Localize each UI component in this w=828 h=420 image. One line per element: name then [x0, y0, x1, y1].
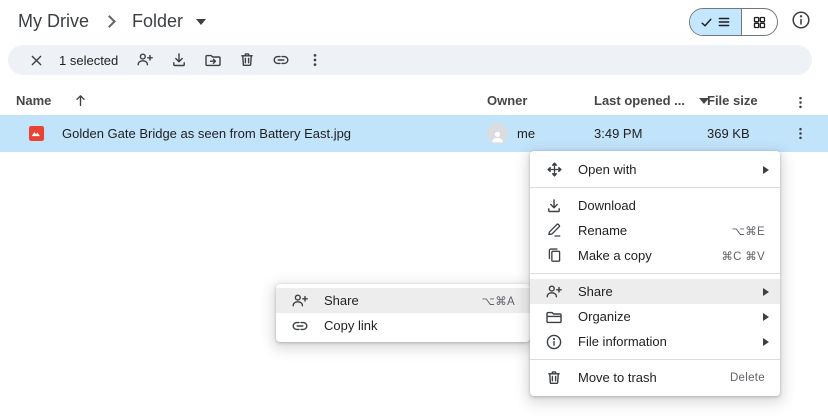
- person-add-icon: [136, 51, 154, 69]
- more-vertical-icon: [793, 95, 808, 110]
- link-icon: [272, 51, 290, 69]
- owner-label: me: [517, 126, 535, 141]
- file-list-header: Name Owner Last opened ... File size: [0, 90, 828, 114]
- breadcrumb-current-folder[interactable]: Folder: [128, 9, 187, 34]
- menu-divider: [530, 359, 780, 360]
- close-icon: [29, 53, 44, 68]
- rename-icon: [545, 222, 563, 240]
- menu-item-shortcut: ⌥⌘A: [482, 294, 515, 308]
- get-link-button[interactable]: [268, 47, 294, 73]
- download-button[interactable]: [166, 47, 192, 73]
- menu-divider: [530, 273, 780, 274]
- menu-item-share[interactable]: Share: [530, 279, 780, 304]
- list-view-button[interactable]: [690, 9, 742, 35]
- breadcrumb: My Drive Folder: [14, 9, 206, 34]
- move-to-folder-button[interactable]: [200, 47, 226, 73]
- grid-view-button[interactable]: [742, 9, 777, 35]
- menu-item-label: Open with: [578, 162, 748, 177]
- details-info-button[interactable]: [790, 9, 812, 31]
- menu-item-label: Move to trash: [578, 370, 715, 385]
- file-name-cell: Golden Gate Bridge as seen from Battery …: [28, 115, 351, 152]
- header-file-size[interactable]: File size: [707, 93, 758, 108]
- menu-item-download[interactable]: Download: [530, 193, 780, 218]
- link-icon: [291, 317, 309, 335]
- image-file-icon: [28, 125, 45, 142]
- file-name-label: Golden Gate Bridge as seen from Battery …: [62, 126, 351, 141]
- header-name-label: Name: [16, 93, 51, 108]
- make-a-copy-icon: [545, 247, 563, 265]
- header-owner[interactable]: Owner: [487, 93, 527, 108]
- context-menu: Open with Download Rename ⌥⌘E Make a cop…: [530, 151, 780, 396]
- submenu-item-copy-link[interactable]: Copy link: [276, 313, 530, 338]
- person-icon: [490, 129, 505, 144]
- submenu-arrow-icon: [763, 288, 769, 296]
- owner-avatar: [487, 123, 508, 144]
- menu-item-label: Make a copy: [578, 248, 706, 263]
- menu-item-file-information[interactable]: File information: [530, 329, 780, 354]
- toolbar-more-button[interactable]: [302, 47, 328, 73]
- header-more-button[interactable]: [788, 90, 812, 114]
- share-submenu: Share ⌥⌘A Copy link: [276, 284, 530, 342]
- breadcrumb-my-drive[interactable]: My Drive: [14, 9, 93, 34]
- menu-item-label: Share: [578, 284, 748, 299]
- move-to-trash-button[interactable]: [234, 47, 260, 73]
- organize-folder-icon: [545, 308, 563, 326]
- person-add-icon: [291, 292, 309, 310]
- file-row[interactable]: Golden Gate Bridge as seen from Battery …: [0, 115, 828, 152]
- share-button[interactable]: [132, 47, 158, 73]
- open-with-icon: [545, 161, 563, 179]
- menu-item-shortcut: ⌘C ⌘V: [721, 249, 765, 263]
- submenu-arrow-icon: [763, 166, 769, 174]
- download-icon: [545, 197, 563, 215]
- more-vertical-icon: [793, 126, 808, 141]
- menu-item-label: Organize: [578, 309, 748, 324]
- file-size-cell: 369 KB: [707, 115, 750, 152]
- download-icon: [170, 51, 188, 69]
- drive-window: My Drive Folder 1 selected: [0, 0, 828, 420]
- clear-selection-button[interactable]: [23, 47, 49, 73]
- submenu-arrow-icon: [763, 338, 769, 346]
- grid-view-icon: [752, 15, 767, 30]
- trash-icon: [545, 369, 563, 387]
- last-opened-cell: 3:49 PM: [594, 115, 642, 152]
- selection-toolbar: 1 selected: [8, 45, 812, 75]
- menu-item-label: Download: [578, 198, 765, 213]
- menu-item-label: Rename: [578, 223, 717, 238]
- info-icon: [791, 10, 811, 30]
- menu-item-make-a-copy[interactable]: Make a copy ⌘C ⌘V: [530, 243, 780, 268]
- menu-item-open-with[interactable]: Open with: [530, 157, 780, 182]
- menu-item-shortcut: ⌥⌘E: [732, 224, 765, 238]
- menu-item-shortcut: Delete: [730, 372, 765, 384]
- sort-ascending-icon[interactable]: [73, 93, 88, 108]
- more-vertical-icon: [307, 52, 323, 68]
- trash-icon: [238, 51, 256, 69]
- menu-item-label: File information: [578, 334, 748, 349]
- list-view-icon: [717, 15, 731, 29]
- submenu-arrow-icon: [763, 313, 769, 321]
- menu-item-rename[interactable]: Rename ⌥⌘E: [530, 218, 780, 243]
- menu-divider: [530, 187, 780, 188]
- submenu-item-share[interactable]: Share ⌥⌘A: [276, 288, 530, 313]
- menu-item-move-to-trash[interactable]: Move to trash Delete: [530, 365, 780, 390]
- header-last-opened[interactable]: Last opened ...: [594, 93, 709, 108]
- header-last-opened-label: Last opened ...: [594, 93, 685, 108]
- move-to-folder-icon: [204, 51, 222, 69]
- owner-cell: me: [487, 115, 535, 152]
- menu-item-label: Share: [324, 293, 467, 308]
- selected-count-label: 1 selected: [59, 53, 118, 68]
- header-name[interactable]: Name: [16, 93, 88, 108]
- check-icon: [700, 16, 713, 29]
- folder-dropdown-caret-icon[interactable]: [196, 19, 206, 25]
- breadcrumb-chevron-icon: [103, 15, 116, 28]
- person-add-icon: [545, 283, 563, 301]
- view-toggle: [689, 8, 778, 36]
- row-more-button[interactable]: [788, 121, 812, 145]
- info-icon: [545, 333, 563, 351]
- menu-item-organize[interactable]: Organize: [530, 304, 780, 329]
- menu-item-label: Copy link: [324, 318, 515, 333]
